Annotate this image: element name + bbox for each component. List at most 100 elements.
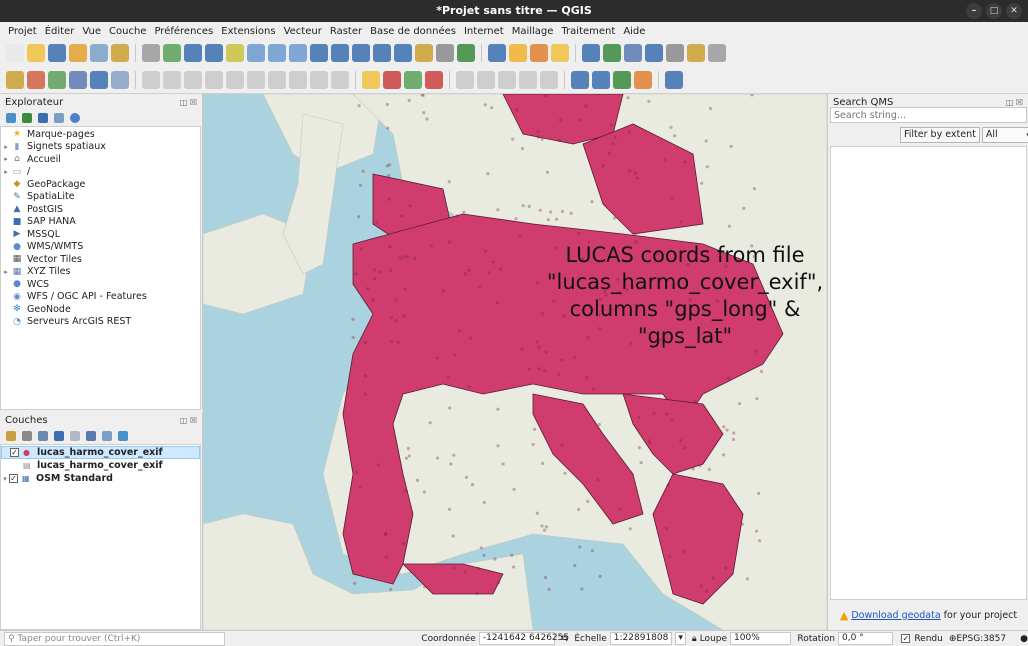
toolbar-tool-icon[interactable]: [540, 70, 558, 89]
toolbar-tool-icon[interactable]: [268, 70, 286, 89]
toolbar-tool-icon[interactable]: [48, 44, 66, 62]
menu-item[interactable]: Projet: [4, 26, 41, 37]
add-group-icon[interactable]: [22, 431, 32, 441]
toolbar-tool-icon[interactable]: [415, 44, 433, 62]
toolbar-tool-icon[interactable]: [362, 70, 380, 89]
toolbar-tool-icon[interactable]: [509, 44, 527, 62]
toolbar-tool-icon[interactable]: [163, 44, 181, 62]
menu-item[interactable]: Extensions: [217, 26, 279, 37]
layer-visibility-checkbox[interactable]: ✓: [10, 448, 19, 457]
toolbar-tool-icon[interactable]: [687, 44, 705, 62]
menu-item[interactable]: Couche: [105, 26, 150, 37]
menu-item[interactable]: Base de données: [366, 26, 460, 37]
toolbar-tool-icon[interactable]: [111, 70, 129, 89]
toolbar-tool-icon[interactable]: [519, 70, 537, 89]
maximize-button[interactable]: □: [986, 3, 1002, 19]
toolbar-tool-icon[interactable]: [665, 70, 683, 89]
browser-item[interactable]: ✎ SpatiaLite: [1, 191, 200, 204]
toolbar-tool-icon[interactable]: [488, 44, 506, 62]
expand-arrow-icon[interactable]: ▸: [1, 155, 11, 163]
menu-item[interactable]: Traitement: [557, 26, 619, 37]
filter-select[interactable]: All ▾: [981, 126, 1028, 143]
browser-item[interactable]: ▸ ▭ /: [1, 166, 200, 179]
browser-item[interactable]: ▸ ⌂ Accueil: [1, 153, 200, 166]
coordinate-field[interactable]: -1241642 6426255: [478, 632, 569, 645]
collapse-all-icon[interactable]: [102, 431, 112, 441]
toolbar-tool-icon[interactable]: [247, 70, 265, 89]
browser-item[interactable]: ● WCS: [1, 278, 200, 291]
refresh-icon[interactable]: [22, 113, 32, 123]
menu-item[interactable]: Vecteur: [280, 26, 326, 37]
close-button[interactable]: ✕: [1006, 3, 1022, 19]
menu-item[interactable]: Préférences: [150, 26, 217, 37]
browser-item[interactable]: ▦ Vector Tiles: [1, 253, 200, 266]
toolbar-tool-icon[interactable]: [289, 44, 307, 62]
chevron-down-icon[interactable]: ▾: [675, 632, 686, 645]
toolbar-tool-icon[interactable]: [268, 44, 286, 62]
toolbar-tool-icon[interactable]: [289, 70, 307, 89]
filter-icon[interactable]: [38, 113, 48, 123]
toolbar-tool-icon[interactable]: [383, 70, 401, 89]
toolbar-tool-icon[interactable]: [163, 70, 181, 89]
qms-search-input[interactable]: [830, 107, 1027, 123]
toolbar-tool-icon[interactable]: [613, 70, 631, 89]
toolbar-tool-icon[interactable]: [226, 70, 244, 89]
menu-item[interactable]: Raster: [326, 26, 366, 37]
layer-item[interactable]: ▾ ✓ ▦ OSM Standard: [1, 472, 200, 485]
toolbar-tool-icon[interactable]: [48, 70, 66, 89]
toolbar-tool-icon[interactable]: [142, 70, 160, 89]
filter-by-extent-button[interactable]: Filter by extent: [900, 126, 980, 143]
toolbar-tool-icon[interactable]: [603, 44, 621, 62]
toolbar-tool-icon[interactable]: [27, 70, 45, 89]
extents-toggle-icon[interactable]: ⇆: [561, 634, 569, 644]
toolbar-tool-icon[interactable]: [184, 44, 202, 62]
toolbar-tool-icon[interactable]: [373, 44, 391, 62]
toolbar-tool-icon[interactable]: [708, 44, 726, 62]
toolbar-tool-icon[interactable]: [310, 44, 328, 62]
toolbar-tool-icon[interactable]: [457, 44, 475, 62]
toolbar-tool-icon[interactable]: [425, 70, 443, 89]
toolbar-tool-icon[interactable]: [27, 44, 45, 62]
download-geodata-link[interactable]: Download geodata: [851, 610, 940, 621]
toolbar-tool-icon[interactable]: [436, 44, 454, 62]
toolbar-tool-icon[interactable]: [6, 44, 24, 62]
filter-legend-icon[interactable]: [54, 431, 64, 441]
toolbar-tool-icon[interactable]: [247, 44, 265, 62]
browser-item[interactable]: ★ Marque-pages: [1, 128, 200, 141]
browser-item[interactable]: ▲ PostGIS: [1, 203, 200, 216]
browser-item[interactable]: ◔ Serveurs ArcGIS REST: [1, 316, 200, 329]
toolbar-tool-icon[interactable]: [111, 44, 129, 62]
toolbar-tool-icon[interactable]: [205, 44, 223, 62]
toolbar-tool-icon[interactable]: [394, 44, 412, 62]
toolbar-tool-icon[interactable]: [592, 70, 610, 89]
toolbar-tool-icon[interactable]: [582, 44, 600, 62]
browser-item[interactable]: ✻ GeoNode: [1, 303, 200, 316]
menu-item[interactable]: Internet: [460, 26, 508, 37]
map-canvas[interactable]: LUCAS coords from file "lucas_harmo_cove…: [203, 94, 827, 630]
lock-icon[interactable]: 🔒︎: [692, 634, 697, 644]
style-icon[interactable]: [6, 431, 16, 441]
toolbar-tool-icon[interactable]: [205, 70, 223, 89]
browser-item[interactable]: ▶ MSSQL: [1, 228, 200, 241]
panel-close-icon[interactable]: ◫ ☒: [180, 416, 197, 425]
browser-item[interactable]: ■ SAP HANA: [1, 216, 200, 229]
menu-item[interactable]: Aide: [619, 26, 649, 37]
browser-item[interactable]: ▸ ▮ Signets spatiaux: [1, 141, 200, 154]
browser-item[interactable]: ◆ GeoPackage: [1, 178, 200, 191]
toolbar-tool-icon[interactable]: [331, 70, 349, 89]
toolbar-tool-icon[interactable]: [551, 44, 569, 62]
menu-item[interactable]: Vue: [78, 26, 105, 37]
layer-visibility-checkbox[interactable]: ✓: [9, 474, 18, 483]
toolbar-tool-icon[interactable]: [69, 70, 87, 89]
rotation-field[interactable]: 0,0 °: [838, 632, 894, 645]
toolbar-tool-icon[interactable]: [634, 70, 652, 89]
browser-item[interactable]: ● WMS/WMTS: [1, 241, 200, 254]
toolbar-tool-icon[interactable]: [498, 70, 516, 89]
toolbar-tool-icon[interactable]: [571, 70, 589, 89]
toolbar-tool-icon[interactable]: [477, 70, 495, 89]
toolbar-tool-icon[interactable]: [645, 44, 663, 62]
info-icon[interactable]: [70, 113, 80, 123]
crs-button[interactable]: EPSG:3857: [956, 634, 1006, 644]
remove-layer-icon[interactable]: [118, 431, 128, 441]
map-svg[interactable]: [203, 94, 827, 630]
